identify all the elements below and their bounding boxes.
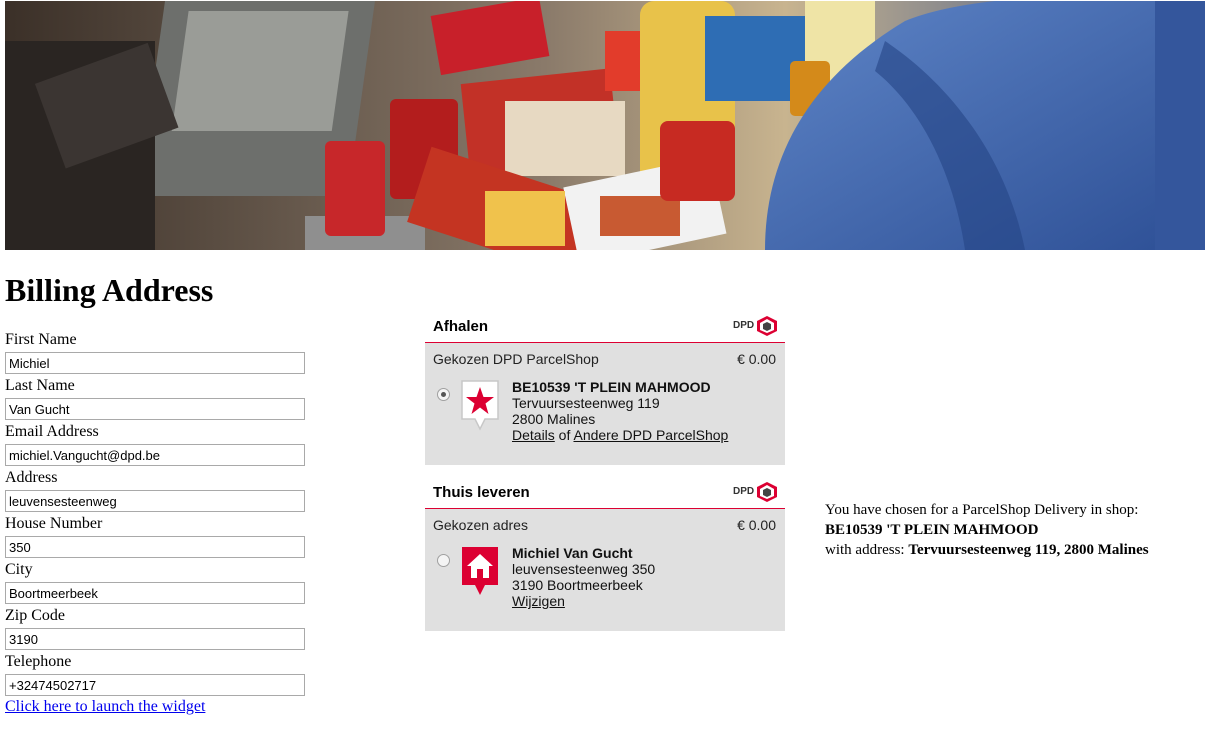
pickup-panel-header: Afhalen DPD xyxy=(425,310,785,343)
pickup-links: Details of Andere DPD ParcelShop xyxy=(512,427,728,443)
home-recipient-name: Michiel Van Gucht xyxy=(512,545,633,561)
summary-line-1: You have chosen for a ParcelShop Deliver… xyxy=(825,502,1139,518)
header-banner-image xyxy=(5,1,1205,250)
billing-heading: Billing Address xyxy=(5,272,214,308)
pickup-radio[interactable] xyxy=(437,388,450,401)
field-label: First Name xyxy=(5,331,77,348)
zip-code-input[interactable] xyxy=(5,628,305,650)
field-label: House Number xyxy=(5,515,103,532)
star-marker-icon xyxy=(459,379,501,440)
home-option[interactable]: Michiel Van Gucht leuvensesteenweg 350 3… xyxy=(425,539,785,631)
pickup-shop-name: BE10539 'T PLEIN MAHMOOD xyxy=(512,379,711,395)
or-text: of xyxy=(554,427,574,443)
telephone-input[interactable] xyxy=(5,674,305,696)
summary-address-line: with address: Tervuursesteenweg 119, 280… xyxy=(825,540,1149,560)
home-street: leuvensesteenweg 350 xyxy=(512,561,656,577)
billing-address-section: Billing Address First Name Last Name Email… xyxy=(5,270,325,716)
field-label: Telephone xyxy=(5,653,72,670)
details-link[interactable]: Details xyxy=(512,427,555,443)
field-label: Last Name xyxy=(5,377,75,394)
delivery-summary: You have chosen for a ParcelShop Deliver… xyxy=(825,500,1149,560)
pickup-price: € 0.00 xyxy=(737,351,776,367)
billing-form: First Name Last Name Email Address Address H… xyxy=(5,330,325,696)
home-delivery-panel: Thuis leveren DPD Gekozen adres € 0.00 M… xyxy=(425,476,785,631)
field-label: Address xyxy=(5,469,58,486)
home-price: € 0.00 xyxy=(737,517,776,533)
pickup-panel-title: Afhalen xyxy=(433,318,489,335)
pickup-shop-street: Tervuursesteenweg 119 xyxy=(512,395,660,411)
launch-widget-link[interactable]: Click here to launch the widget xyxy=(5,698,205,716)
field-label: Zip Code xyxy=(5,607,65,624)
first-name-input[interactable] xyxy=(5,352,305,374)
home-row-label: Gekozen adres xyxy=(433,517,528,533)
pickup-shop-details: BE10539 'T PLEIN MAHMOOD Tervuursesteenw… xyxy=(512,379,728,443)
home-panel-header: Thuis leveren DPD xyxy=(425,476,785,509)
pickup-shop-city: 2800 Malines xyxy=(512,411,596,427)
email-address-input[interactable] xyxy=(5,444,305,466)
other-parcelshop-link[interactable]: Andere DPD ParcelShop xyxy=(573,427,728,443)
field-label: City xyxy=(5,561,33,578)
pickup-row: Gekozen DPD ParcelShop € 0.00 xyxy=(425,343,785,373)
dpd-logo-icon: DPD xyxy=(733,313,781,342)
address-input[interactable] xyxy=(5,490,305,512)
pickup-row-label: Gekozen DPD ParcelShop xyxy=(433,351,599,367)
field-label: Email Address xyxy=(5,423,99,440)
house-number-input[interactable] xyxy=(5,536,305,558)
last-name-input[interactable] xyxy=(5,398,305,420)
home-city: 3190 Boortmeerbeek xyxy=(512,577,643,593)
home-address-details: Michiel Van Gucht leuvensesteenweg 350 3… xyxy=(512,545,655,609)
home-panel-title: Thuis leveren xyxy=(433,484,530,501)
summary-address: Tervuursesteenweg 119, 2800 Malines xyxy=(908,542,1149,558)
house-marker-icon xyxy=(459,545,501,606)
home-radio[interactable] xyxy=(437,554,450,567)
pickup-panel: Afhalen DPD Gekozen DPD ParcelShop € 0.0… xyxy=(425,310,785,465)
summary-shop-name: BE10539 'T PLEIN MAHMOOD xyxy=(825,522,1039,538)
change-address-link[interactable]: Wijzigen xyxy=(512,593,565,609)
summary-address-prefix: with address: xyxy=(825,542,909,558)
city-input[interactable] xyxy=(5,582,305,604)
dpd-delivery-widget: Afhalen DPD Gekozen DPD ParcelShop € 0.0… xyxy=(425,310,785,642)
dpd-logo-text: DPD xyxy=(733,486,754,497)
home-row: Gekozen adres € 0.00 xyxy=(425,509,785,539)
dpd-logo-icon: DPD xyxy=(733,479,781,508)
dpd-logo-text: DPD xyxy=(733,320,754,331)
pickup-option[interactable]: BE10539 'T PLEIN MAHMOOD Tervuursesteenw… xyxy=(425,373,785,465)
